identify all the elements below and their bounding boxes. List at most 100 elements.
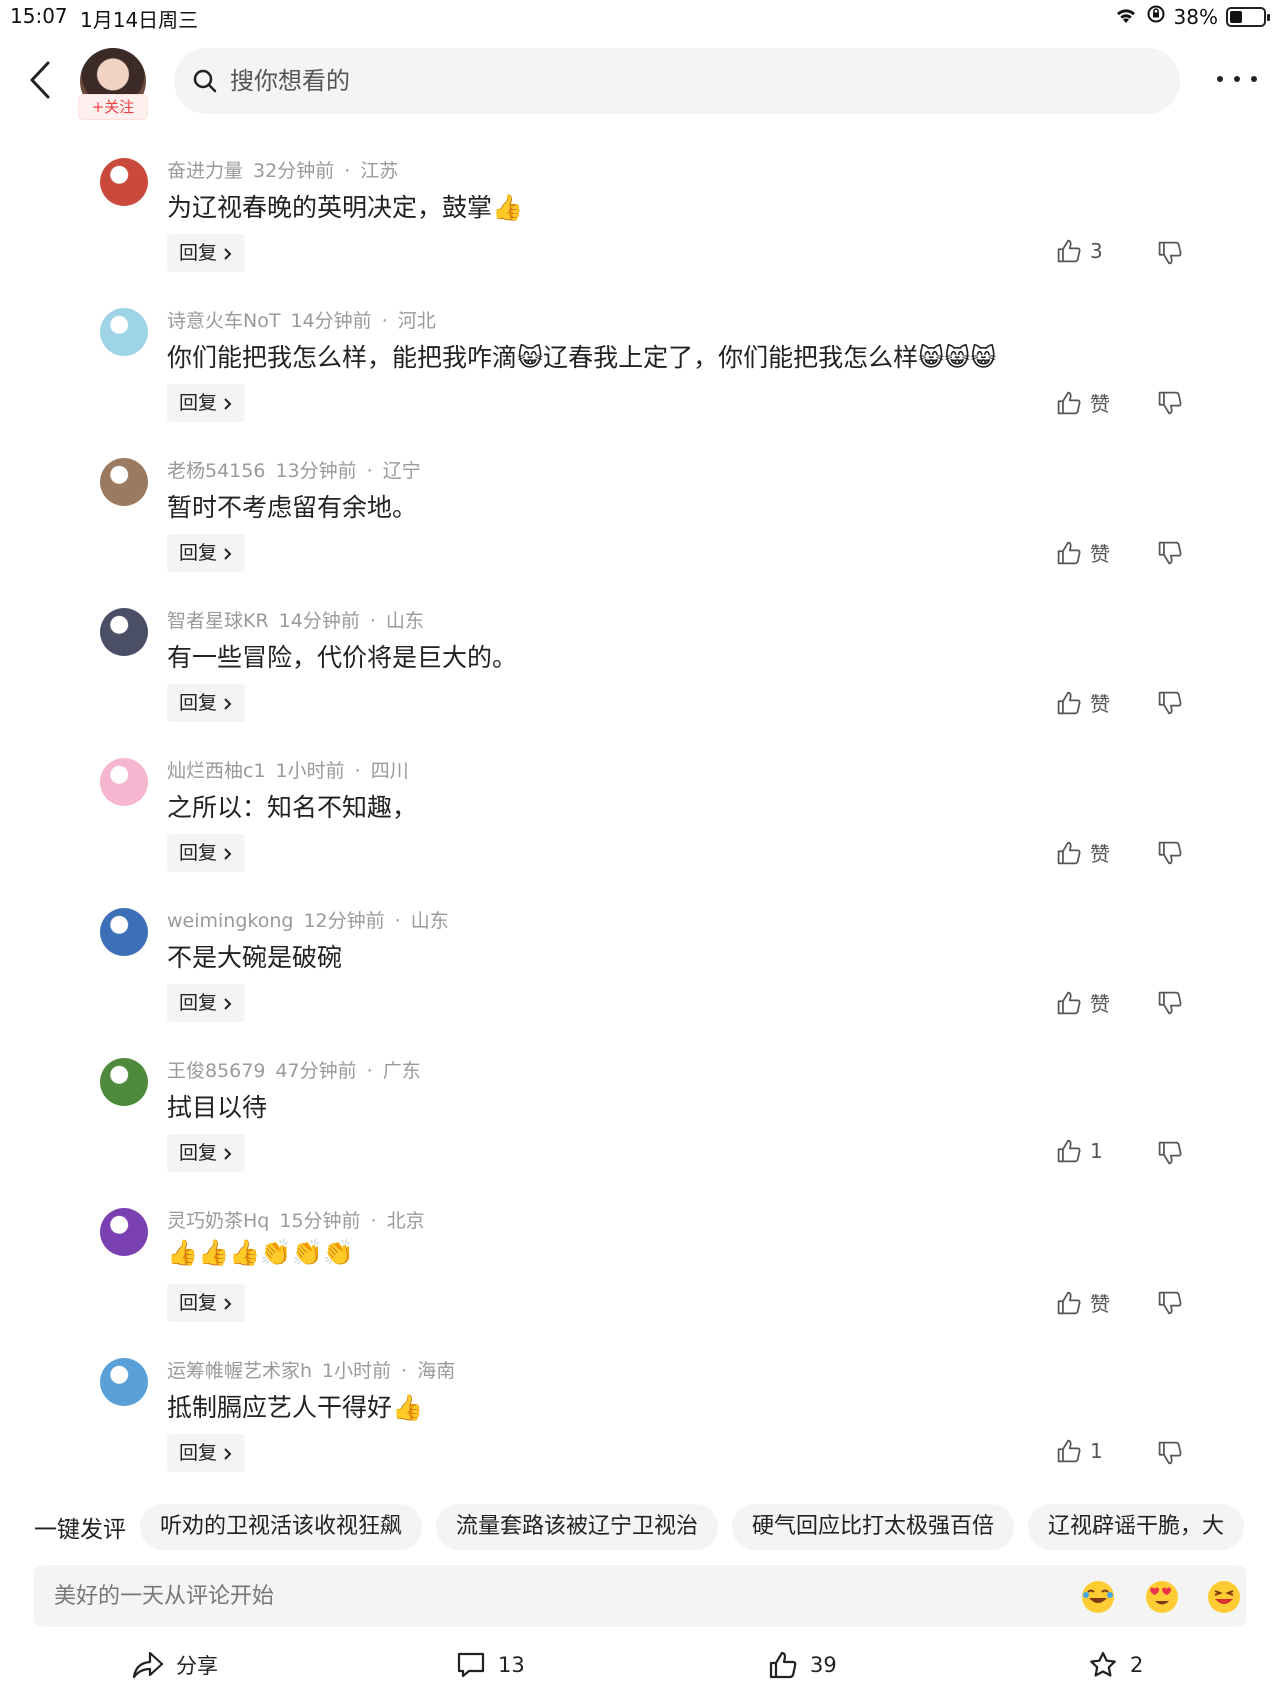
meta-separator: · [401, 1360, 408, 1382]
meta-separator: · [394, 910, 401, 932]
commenter-avatar[interactable] [100, 1058, 148, 1106]
quick-comment-chip[interactable]: 硬气回应比打太极强百倍 [732, 1504, 1015, 1550]
comment-like-count: 赞 [1090, 692, 1110, 716]
favorite-button[interactable]: 2 [1088, 1650, 1143, 1680]
commenter-name[interactable]: 王俊85679 [167, 1060, 265, 1082]
comment-item: 老杨54156 13分钟前 · 辽宁 暂时不考虑留有余地。回复 赞 [0, 444, 1280, 594]
thumbs-down-icon [1158, 241, 1182, 265]
thumbs-up-icon [1057, 1439, 1081, 1463]
more-options-button[interactable] [1212, 64, 1262, 94]
commenter-avatar[interactable] [100, 608, 148, 656]
commenter-name[interactable]: 运筹帷幄艺术家h [167, 1360, 312, 1382]
comment-like-button[interactable]: 1 [1056, 1138, 1103, 1164]
thumbs-up-icon [1057, 991, 1081, 1014]
emoji-laugh-cry-button[interactable] [1080, 1579, 1116, 1615]
comment-input[interactable] [34, 1583, 1034, 1609]
comment-text-block: 为辽视春晚的英明决定，鼓掌👍 [167, 188, 523, 224]
comment-text-block: 之所以：知名不知趣， [167, 788, 417, 824]
comment-like-count: 赞 [1090, 992, 1110, 1016]
back-button[interactable] [22, 58, 58, 102]
commenter-name[interactable]: 智者星球KR [167, 610, 269, 632]
commenter-avatar[interactable] [100, 1208, 148, 1256]
comment-meta: 智者星球KR 14分钟前 · 山东 [167, 606, 434, 633]
commenter-name[interactable]: weimingkong [167, 910, 293, 932]
author-avatar[interactable]: +关注 [78, 48, 148, 120]
comment-like-button[interactable]: 赞 [1056, 838, 1110, 867]
commenter-avatar[interactable] [100, 758, 148, 806]
commenter-name[interactable]: 老杨54156 [167, 460, 265, 482]
comment-dislike-button[interactable] [1157, 690, 1183, 720]
comment-text: 暂时不考虑留有余地。 [167, 493, 418, 522]
comment-dislike-button[interactable] [1157, 1140, 1183, 1170]
comment-dislike-button[interactable] [1157, 1290, 1183, 1320]
comment-like-button[interactable]: 赞 [1056, 1288, 1110, 1317]
comment-dislike-button[interactable] [1157, 990, 1183, 1020]
emoji-heart-eyes-button[interactable] [1144, 1579, 1180, 1615]
comment-like-count: 赞 [1090, 392, 1110, 416]
thumbs-up-icon [1057, 691, 1081, 714]
comment-dislike-button[interactable] [1157, 840, 1183, 870]
commenter-name[interactable]: 灿烂西柚c1 [167, 760, 266, 782]
emoji-grin-button[interactable] [1206, 1579, 1242, 1615]
meta-separator: · [344, 160, 351, 182]
commenter-avatar[interactable] [100, 308, 148, 356]
thumbs-down-icon [1158, 1291, 1182, 1315]
thumbs-up-icon [1057, 239, 1081, 263]
comment-text: 你们能把我怎么样，能把我咋滴😸辽春我上定了，你们能把我怎么样 [167, 343, 919, 372]
comment-text: 抵制膈应艺人干得好 [167, 1393, 393, 1422]
comment-dislike-button[interactable] [1157, 240, 1183, 270]
reply-button[interactable]: 回复 [167, 684, 246, 722]
commenter-avatar[interactable] [100, 158, 148, 206]
comment-text-block: 不是大碗是破碗 [167, 938, 342, 974]
comment-dislike-button[interactable] [1157, 540, 1183, 570]
reply-button[interactable]: 回复 [167, 834, 246, 872]
commenter-avatar[interactable] [100, 908, 148, 956]
comment-time: 15分钟前 [279, 1210, 361, 1232]
like-post-button[interactable]: 39 [768, 1650, 837, 1680]
reply-label: 回复 [179, 242, 218, 264]
comment-like-button[interactable]: 赞 [1056, 688, 1110, 717]
chevron-right-icon [224, 997, 232, 1010]
comment-text-block: 拭目以待 [167, 1088, 267, 1124]
quick-comment-bar: 一键发评 听劝的卫视活该收视狂飙 流量套路该被辽宁卫视治 硬气回应比打太极强百倍… [0, 1504, 1280, 1550]
comment-like-button[interactable]: 赞 [1056, 988, 1110, 1017]
comment-time: 1小时前 [275, 760, 345, 782]
search-bar[interactable] [174, 48, 1180, 114]
search-input[interactable] [230, 67, 1030, 95]
comment-meta: 老杨54156 13分钟前 · 辽宁 [167, 456, 431, 483]
comment-text-block: 有一些冒险，代价将是巨大的。 [167, 638, 517, 674]
comment-like-button[interactable]: 赞 [1056, 538, 1110, 567]
commenter-name[interactable]: 诗意火车NoT [167, 310, 280, 332]
more-dot-icon [1250, 76, 1257, 82]
reply-button[interactable]: 回复 [167, 984, 246, 1022]
quick-comment-chip[interactable]: 听劝的卫视活该收视狂飙 [140, 1504, 423, 1550]
comment-meta: 王俊85679 47分钟前 · 广东 [167, 1056, 431, 1083]
comment-like-button[interactable]: 3 [1056, 238, 1103, 264]
reply-button[interactable]: 回复 [167, 1434, 246, 1472]
reply-button[interactable]: 回复 [167, 534, 246, 572]
commenter-name[interactable]: 奋进力量 [167, 160, 243, 182]
comment-like-count: 3 [1090, 239, 1103, 263]
quick-comment-chip[interactable]: 辽视辟谣干脆，大 [1028, 1504, 1245, 1550]
reply-button[interactable]: 回复 [167, 234, 246, 272]
follow-button[interactable]: +关注 [78, 94, 148, 120]
commenter-avatar[interactable] [100, 458, 148, 506]
chevron-right-icon [224, 1297, 232, 1310]
quick-comment-chip[interactable]: 流量套路该被辽宁卫视治 [436, 1504, 719, 1550]
comments-button[interactable]: 13 [456, 1650, 525, 1680]
reply-button[interactable]: 回复 [167, 1284, 246, 1322]
comment-like-button[interactable]: 1 [1056, 1438, 1103, 1464]
share-button[interactable]: 分享 [132, 1650, 218, 1680]
comment-dislike-button[interactable] [1157, 390, 1183, 420]
comment-location: 山东 [385, 610, 424, 632]
commenter-avatar[interactable] [100, 1358, 148, 1406]
header: +关注 [0, 42, 1280, 122]
reply-button[interactable]: 回复 [167, 1134, 246, 1172]
reply-button[interactable]: 回复 [167, 384, 246, 422]
reply-label: 回复 [179, 1142, 218, 1164]
commenter-name[interactable]: 灵巧奶茶Hq [167, 1210, 269, 1232]
comment-dislike-button[interactable] [1157, 1440, 1183, 1470]
comment-like-button[interactable]: 赞 [1056, 388, 1110, 417]
comment-list: 奋进力量 32分钟前 · 江苏 为辽视春晚的英明决定，鼓掌👍 回复 3 诗意火车NoT 14分钟… [0, 144, 1280, 1494]
heart-eyes-emoji-icon [1146, 1581, 1178, 1613]
